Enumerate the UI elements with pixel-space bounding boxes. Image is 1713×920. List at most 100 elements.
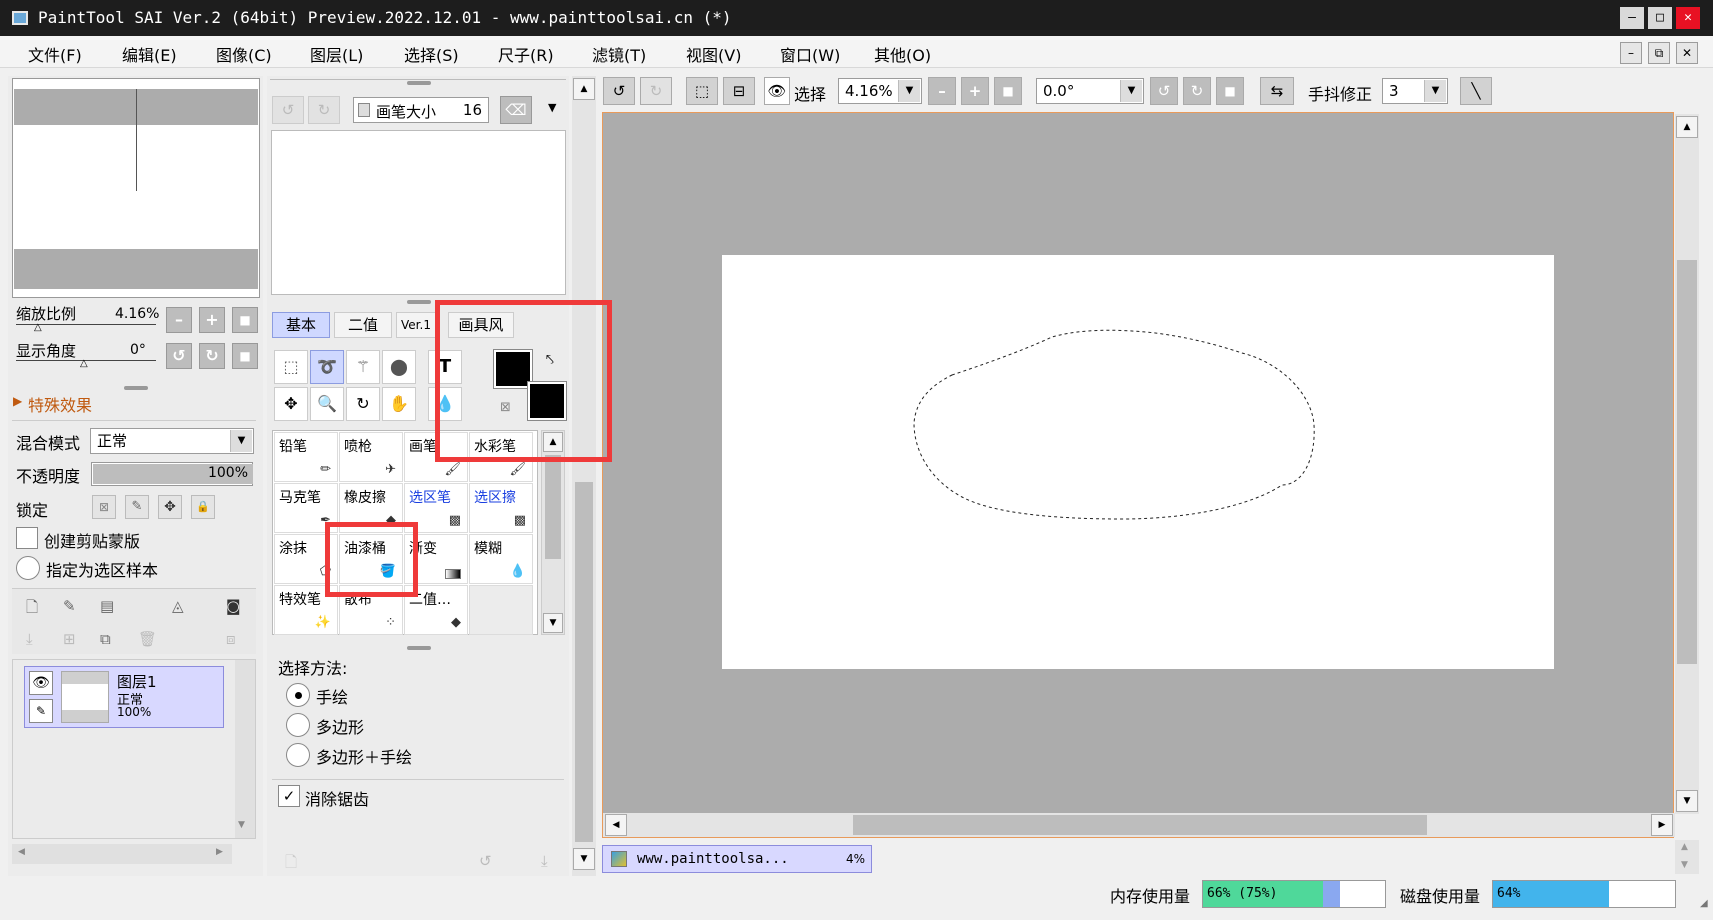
redo-icon[interactable]: ↻ — [308, 96, 340, 124]
tab-scrollbar[interactable]: ▲ ▼ — [1675, 840, 1699, 874]
brush-size-field[interactable]: 画笔大小 16 — [353, 97, 489, 123]
document-tab[interactable]: www.painttoolsa... 4% — [602, 845, 872, 873]
canvas-vscrollbar[interactable]: ▲ ▼ — [1675, 114, 1699, 814]
invert-selection-button[interactable]: ⊟ — [723, 77, 755, 105]
doc-minimize-button[interactable]: – — [1620, 42, 1642, 64]
canvas-rotate-right-button[interactable]: ↻ — [1183, 77, 1211, 105]
zoom-in-button[interactable]: + — [199, 307, 225, 333]
canvas-rotate-reset-button[interactable]: ■ — [1216, 77, 1244, 105]
magic-wand-icon[interactable]: ⚚ — [346, 350, 380, 384]
rotate-reset-button[interactable]: ■ — [232, 343, 258, 369]
transfer-down-icon[interactable]: ⤓ — [26, 630, 33, 648]
angle-slider-handle[interactable]: △ — [80, 358, 88, 369]
zoom-slider-handle[interactable]: △ — [34, 322, 42, 333]
rect-select-icon[interactable]: ⬚ — [274, 350, 308, 384]
panel-splitter[interactable] — [407, 81, 431, 85]
resize-grip-icon[interactable]: ◢ — [1700, 898, 1708, 909]
canvas-rotate-left-button[interactable]: ↺ — [1150, 77, 1178, 105]
canvas-hscrollbar[interactable]: ◀ ▶ — [603, 813, 1675, 837]
close-button[interactable]: ✕ — [1676, 7, 1700, 29]
scroll-up-icon[interactable]: ▲ — [1681, 842, 1688, 852]
menu-filter[interactable]: 滤镜(T) — [592, 42, 646, 66]
canvas-zoom-reset-button[interactable]: ■ — [994, 77, 1022, 105]
lock-draw-icon[interactable]: ✎ — [125, 495, 149, 519]
scroll-up-icon[interactable]: ▲ — [1676, 116, 1698, 138]
effects-expand-icon[interactable]: ▶ — [13, 394, 22, 408]
new-vector-layer-icon[interactable]: ✎ — [63, 597, 76, 615]
panel-splitter[interactable] — [124, 386, 148, 390]
scroll-down-icon[interactable]: ▼ — [1676, 790, 1698, 812]
menu-ruler[interactable]: 尺子(R) — [498, 42, 554, 66]
show-selection-eye-icon[interactable]: 👁 — [764, 77, 790, 105]
rotate-right-button[interactable]: ↻ — [199, 343, 225, 369]
scroll-right-icon[interactable]: ▶ — [1651, 814, 1673, 836]
canvas-zoom-out-button[interactable]: – — [928, 77, 956, 105]
lock-all-icon[interactable]: 🔒 — [191, 495, 215, 519]
canvas-area[interactable] — [602, 112, 1674, 838]
method-freehand-radio[interactable] — [286, 683, 310, 707]
brush-menu-chevron-icon[interactable]: ▼ — [548, 101, 556, 114]
delete-layer-icon[interactable]: 🗑 — [138, 630, 157, 648]
scroll-thumb[interactable] — [545, 455, 561, 559]
maximize-button[interactable]: □ — [1648, 7, 1672, 29]
menu-image[interactable]: 图像(C) — [216, 42, 272, 66]
lock-move-icon[interactable]: ✥ — [158, 495, 182, 519]
canvas-zoom-in-button[interactable]: + — [961, 77, 989, 105]
lasso-icon[interactable]: ➰ — [310, 350, 344, 384]
eye-icon[interactable]: 👁 — [29, 671, 53, 695]
canvas-angle-select[interactable]: 0.0° ▼ — [1036, 78, 1144, 104]
save-preset-icon[interactable]: ⤓ — [541, 852, 548, 870]
mask-icon[interactable]: ◙ — [226, 597, 241, 615]
panel-splitter[interactable] — [407, 646, 431, 650]
menu-view[interactable]: 视图(V) — [686, 42, 741, 66]
reset-preset-icon[interactable]: ↺ — [479, 852, 492, 870]
scroll-left-icon[interactable]: ◀ — [605, 814, 627, 836]
menu-file[interactable]: 文件(F) — [28, 42, 82, 66]
rotate-left-button[interactable]: ↺ — [166, 343, 192, 369]
selection-sample-toggle[interactable] — [16, 556, 40, 580]
tab-binary[interactable]: 二值 — [334, 312, 392, 338]
menu-layer[interactable]: 图层(L) — [310, 42, 363, 66]
new-folder-icon[interactable]: ▤ — [100, 597, 114, 615]
antialias-checkbox[interactable]: ✓ — [278, 785, 300, 807]
layer-effects-icon[interactable]: ◬ — [172, 597, 184, 615]
menu-select[interactable]: 选择(S) — [404, 42, 459, 66]
scroll-down-icon[interactable]: ▼ — [573, 848, 595, 870]
blend-mode-select[interactable]: 正常 ▼ — [90, 428, 254, 454]
zoom-tool-icon[interactable]: 🔍 — [310, 387, 344, 421]
tool-airbrush[interactable]: 喷枪 ✈ — [339, 432, 403, 482]
zoom-out-button[interactable]: – — [166, 307, 192, 333]
method-polygon-freehand-radio[interactable] — [286, 743, 310, 767]
move-icon[interactable]: ✥ — [274, 387, 308, 421]
undo-button[interactable]: ↺ — [603, 77, 635, 105]
menu-window[interactable]: 窗口(W) — [780, 42, 840, 66]
tool-panel-scrollbar[interactable]: ▲ ▼ — [572, 76, 596, 876]
scroll-right-icon[interactable]: ▶ — [216, 847, 223, 857]
hand-icon[interactable]: ✋ — [382, 387, 416, 421]
scroll-thumb[interactable] — [575, 482, 593, 842]
layer-row[interactable]: 👁 ✎ 图层1 正常 100% — [24, 666, 224, 728]
scroll-up-icon[interactable]: ▲ — [573, 78, 595, 100]
canvas-paper[interactable] — [722, 255, 1554, 669]
tool-pencil[interactable]: 铅笔 ✏ — [274, 432, 338, 482]
effects-header[interactable]: 特殊效果 — [28, 392, 92, 416]
pen-icon[interactable]: ✎ — [29, 699, 53, 723]
rotate-tool-icon[interactable]: ↻ — [346, 387, 380, 421]
scroll-thumb[interactable] — [853, 815, 1427, 835]
clip-mask-checkbox[interactable] — [16, 527, 38, 549]
merge-icon[interactable]: ⧈ — [226, 630, 236, 648]
scroll-down-icon[interactable]: ▼ — [543, 613, 563, 633]
minimize-button[interactable]: – — [1620, 7, 1644, 29]
doc-close-button[interactable]: ✕ — [1676, 42, 1698, 64]
menu-other[interactable]: 其他(O) — [874, 42, 931, 66]
new-preset-icon[interactable]: 🗋 — [285, 852, 297, 877]
tool-blur[interactable]: 模糊 💧 — [469, 534, 533, 584]
layer-list-hscrollbar[interactable]: ◀ ▶ — [12, 844, 232, 864]
redo-button[interactable]: ↻ — [640, 77, 672, 105]
flip-horizontal-button[interactable]: ⇆ — [1260, 77, 1294, 105]
eraser-toggle-icon[interactable]: ⌫ — [500, 96, 532, 124]
clear-layer-icon[interactable]: ⧉ — [100, 630, 111, 648]
navigator-preview[interactable] — [12, 78, 260, 298]
doc-restore-button[interactable]: ⧉ — [1648, 42, 1670, 64]
lock-transparency-icon[interactable]: ⊠ — [92, 495, 116, 519]
